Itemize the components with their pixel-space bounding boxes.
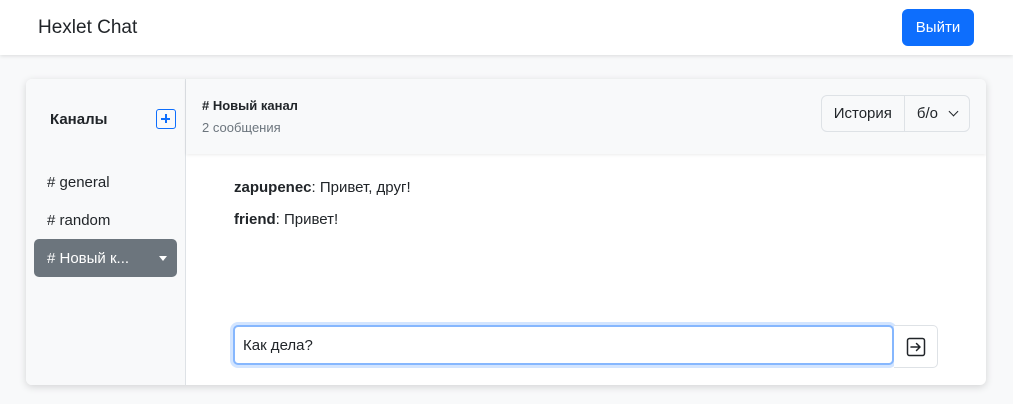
channels-sidebar: Каналы # general # random # Новый к... [26, 79, 186, 385]
channel-item-new-channel[interactable]: # Новый к... [34, 239, 177, 277]
channels-title: Каналы [50, 110, 108, 128]
send-button[interactable] [894, 325, 938, 368]
filter-label: б/о [916, 105, 938, 122]
header-button-group: История б/о [820, 95, 970, 132]
filter-dropdown[interactable]: б/о [903, 96, 969, 131]
message-count: 2 сообщения [202, 120, 281, 135]
message-text: : Привет, друг! [311, 179, 411, 196]
chat-card: Каналы # general # random # Новый к... #… [26, 79, 986, 385]
message-item: zapupenec: Привет, друг! [234, 179, 411, 211]
history-button[interactable]: История [822, 96, 904, 131]
chat-main: # Новый канал 2 сообщения История б/о za… [186, 79, 986, 385]
chat-header: # Новый канал 2 сообщения История б/о [186, 79, 986, 154]
message-item: friend: Привет! [234, 211, 411, 243]
message-list: zapupenec: Привет, друг! friend: Привет! [234, 179, 411, 243]
message-input[interactable] [233, 325, 894, 365]
channel-item-random[interactable]: # random [34, 201, 177, 239]
channel-list: # general # random # Новый к... [34, 163, 177, 277]
caret-down-icon[interactable] [159, 255, 167, 261]
channel-item-general[interactable]: # general [34, 163, 177, 201]
message-form [233, 325, 938, 368]
channel-label: # Новый к... [47, 249, 130, 267]
brand-link[interactable]: Hexlet Chat [38, 17, 137, 39]
message-author: zapupenec [234, 179, 312, 196]
navbar: Hexlet Chat Выйти [0, 0, 1013, 55]
channel-title: # Новый канал [202, 98, 298, 113]
sidebar-header: Каналы [50, 108, 176, 130]
arrow-right-square-icon [906, 337, 925, 356]
logout-button[interactable]: Выйти [902, 9, 974, 46]
channel-label: # general [47, 173, 110, 191]
chevron-down-icon [948, 106, 959, 117]
add-channel-button[interactable] [156, 109, 176, 129]
message-author: friend [234, 211, 276, 228]
channel-label: # random [47, 211, 111, 229]
message-text: : Привет! [275, 211, 339, 228]
